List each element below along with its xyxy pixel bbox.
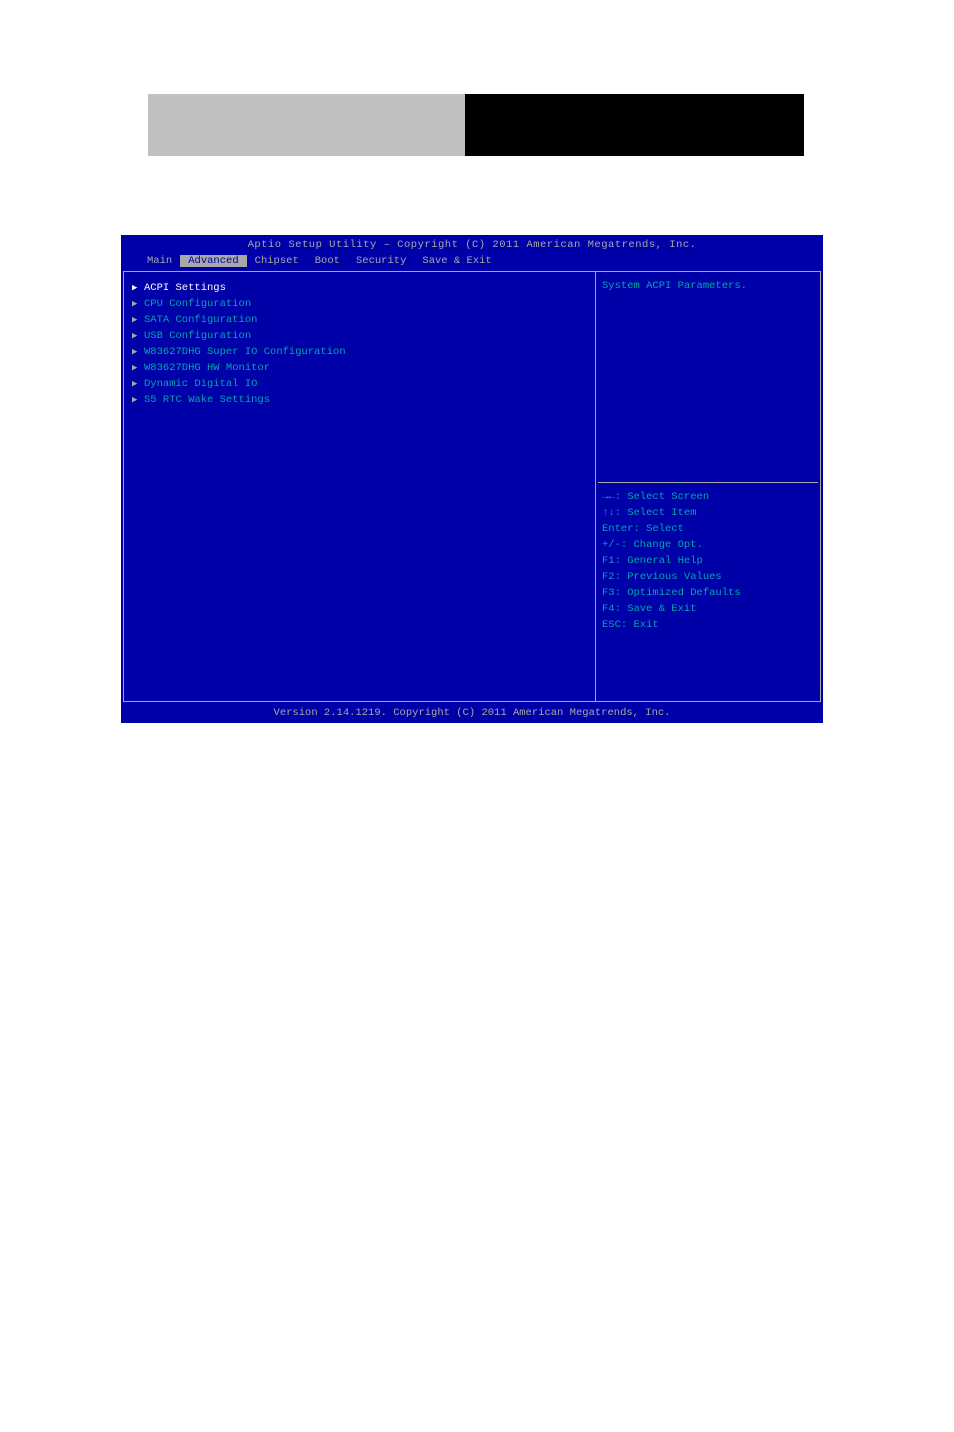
header-black-block <box>465 94 804 156</box>
menu-item-label: S5 RTC Wake Settings <box>144 394 270 406</box>
nav-save-exit: F4: Save & Exit <box>602 601 814 617</box>
nav-previous-values: F2: Previous Values <box>602 569 814 585</box>
nav-esc-exit: ESC: Exit <box>602 617 814 633</box>
tab-main[interactable]: Main <box>139 255 180 267</box>
nav-change-opt: +/-: Change Opt. <box>602 537 814 553</box>
menu-cpu-configuration[interactable]: ▶ CPU Configuration <box>124 296 595 312</box>
submenu-arrow-icon: ▶ <box>132 315 144 325</box>
help-description: System ACPI Parameters. <box>596 272 820 482</box>
menu-item-label: Dynamic Digital IO <box>144 378 257 390</box>
submenu-arrow-icon: ▶ <box>132 299 144 309</box>
submenu-arrow-icon: ▶ <box>132 331 144 341</box>
nav-enter-select: Enter: Select <box>602 521 814 537</box>
submenu-arrow-icon: ▶ <box>132 347 144 357</box>
submenu-arrow-icon: ▶ <box>132 363 144 373</box>
main-panel: ▶ ACPI Settings ▶ CPU Configuration ▶ SA… <box>123 271 596 702</box>
nav-select-screen: →←: Select Screen <box>602 489 814 505</box>
menu-s5-rtc-wake-settings[interactable]: ▶ S5 RTC Wake Settings <box>124 392 595 408</box>
tab-chipset[interactable]: Chipset <box>247 255 307 267</box>
navigation-help: →←: Select Screen ↑↓: Select Item Enter:… <box>596 483 820 639</box>
nav-general-help: F1: General Help <box>602 553 814 569</box>
menu-acpi-settings[interactable]: ▶ ACPI Settings <box>124 280 595 296</box>
side-panel: System ACPI Parameters. →←: Select Scree… <box>596 271 821 702</box>
menu-item-label: ACPI Settings <box>144 282 226 294</box>
bios-title: Aptio Setup Utility – Copyright (C) 2011… <box>121 235 823 253</box>
submenu-arrow-icon: ▶ <box>132 379 144 389</box>
tab-bar: Main Advanced Chipset Boot Security Save… <box>121 253 823 271</box>
menu-dynamic-digital-io[interactable]: ▶ Dynamic Digital IO <box>124 376 595 392</box>
bios-footer: Version 2.14.1219. Copyright (C) 2011 Am… <box>121 703 823 723</box>
tab-security[interactable]: Security <box>348 255 414 267</box>
menu-item-label: CPU Configuration <box>144 298 251 310</box>
content-area: ▶ ACPI Settings ▶ CPU Configuration ▶ SA… <box>121 271 823 703</box>
menu-item-label: W83627DHG Super IO Configuration <box>144 346 346 358</box>
bios-window: Aptio Setup Utility – Copyright (C) 2011… <box>121 235 823 723</box>
menu-item-label: USB Configuration <box>144 330 251 342</box>
tab-save-exit[interactable]: Save & Exit <box>414 255 499 267</box>
menu-item-label: SATA Configuration <box>144 314 257 326</box>
menu-super-io-configuration[interactable]: ▶ W83627DHG Super IO Configuration <box>124 344 595 360</box>
menu-usb-configuration[interactable]: ▶ USB Configuration <box>124 328 595 344</box>
submenu-arrow-icon: ▶ <box>132 283 144 293</box>
nav-optimized-defaults: F3: Optimized Defaults <box>602 585 814 601</box>
menu-hw-monitor[interactable]: ▶ W83627DHG HW Monitor <box>124 360 595 376</box>
menu-sata-configuration[interactable]: ▶ SATA Configuration <box>124 312 595 328</box>
page-header <box>148 94 804 156</box>
tab-advanced[interactable]: Advanced <box>180 255 246 267</box>
nav-select-item: ↑↓: Select Item <box>602 505 814 521</box>
tab-boot[interactable]: Boot <box>307 255 348 267</box>
submenu-arrow-icon: ▶ <box>132 395 144 405</box>
menu-item-label: W83627DHG HW Monitor <box>144 362 270 374</box>
header-gray-block <box>148 94 465 156</box>
